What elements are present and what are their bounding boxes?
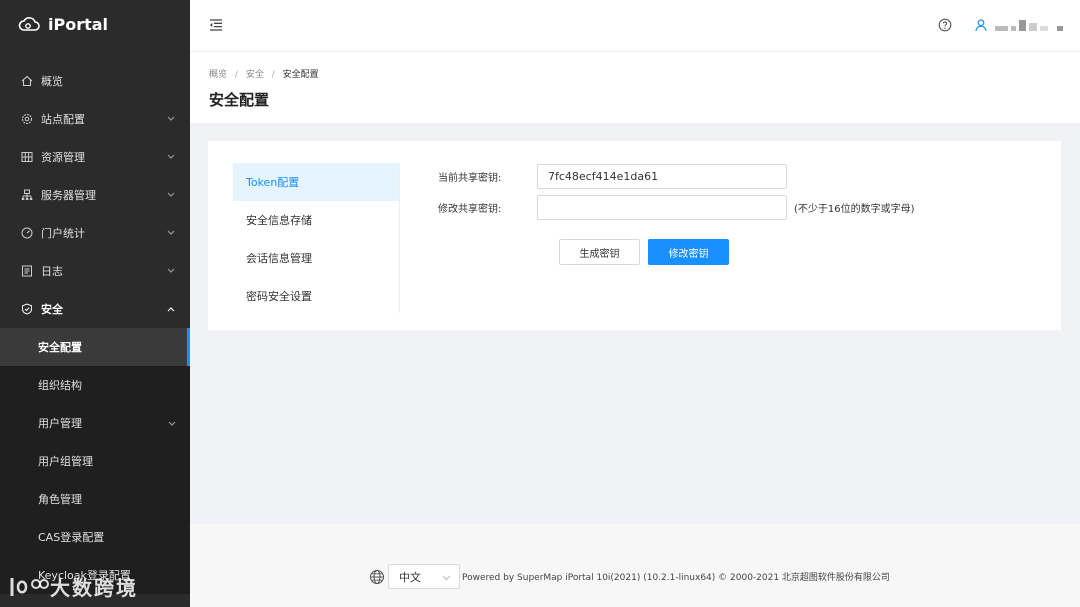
chevron-down-icon bbox=[166, 228, 176, 238]
breadcrumb-item-overview[interactable]: 概览 bbox=[209, 70, 227, 80]
cloud-logo-icon bbox=[18, 17, 40, 31]
current-key-row: 当前共享密钥: 7fc48ecf414e1da61 bbox=[438, 164, 787, 189]
breadcrumb-item-security[interactable]: 安全 bbox=[246, 70, 264, 80]
new-key-label: 修改共享密钥: bbox=[438, 204, 502, 215]
question-circle-icon[interactable] bbox=[938, 18, 952, 32]
sidebar-item-overview[interactable]: 概览 bbox=[0, 62, 190, 100]
chevron-down-icon bbox=[166, 266, 176, 276]
sidebar-item-label: 门户统计 bbox=[41, 227, 85, 240]
new-key-hint: (不少于16位的数字或字母) bbox=[794, 204, 915, 215]
sidebar-item-label: 用户组管理 bbox=[38, 455, 93, 468]
tab-token-config[interactable]: Token配置 bbox=[233, 163, 399, 201]
menu-fold-icon[interactable] bbox=[208, 17, 224, 33]
sidebar-item-cas-login[interactable]: CAS登录配置 bbox=[0, 518, 190, 556]
chevron-down-icon bbox=[442, 572, 451, 581]
new-key-row: 修改共享密钥: (不少于16位的数字或字母) bbox=[438, 195, 915, 220]
tab-session-management[interactable]: 会话信息管理 bbox=[233, 239, 399, 277]
tab-security-storage[interactable]: 安全信息存储 bbox=[233, 201, 399, 239]
sidebar-item-servers[interactable]: 服务器管理 bbox=[0, 176, 190, 214]
page-header: 概览 / 安全 / 安全配置 安全配置 bbox=[190, 52, 1080, 123]
side-menu: 概览 站点配置 资源管理 服务器管理 门户统计 日志 安全 安全配置 组织结构 … bbox=[0, 62, 190, 594]
user-name-redacted[interactable] bbox=[995, 20, 1063, 31]
footer: 中文 Powered by SuperMap iPortal 10i(2021)… bbox=[190, 524, 1080, 607]
breadcrumb-separator: / bbox=[234, 70, 238, 80]
chevron-down-icon bbox=[166, 190, 176, 200]
copyright-text: Powered by SuperMap iPortal 10i(2021) (1… bbox=[462, 573, 890, 583]
sidebar-item-security[interactable]: 安全 bbox=[0, 290, 190, 328]
log-icon bbox=[20, 264, 34, 278]
sidebar-item-label: CAS登录配置 bbox=[38, 531, 105, 544]
app-logo[interactable]: iPortal bbox=[0, 0, 190, 48]
modify-key-button[interactable]: 修改密钥 bbox=[648, 239, 729, 265]
sidebar: iPortal 概览 站点配置 资源管理 服务器管理 门户统计 日志 安全 安全… bbox=[0, 0, 190, 607]
globe-icon bbox=[369, 569, 385, 585]
watermark: 大数跨境 bbox=[8, 572, 138, 601]
generate-key-button[interactable]: 生成密钥 bbox=[559, 239, 640, 265]
sidebar-item-role-management[interactable]: 角色管理 bbox=[0, 480, 190, 518]
sidebar-item-label: 组织结构 bbox=[38, 379, 82, 392]
sidebar-item-org-structure[interactable]: 组织结构 bbox=[0, 366, 190, 404]
sidebar-item-group-management[interactable]: 用户组管理 bbox=[0, 442, 190, 480]
shield-icon bbox=[20, 302, 34, 316]
gear-icon bbox=[20, 112, 34, 126]
page-title: 安全配置 bbox=[209, 91, 270, 109]
sidebar-item-label: 角色管理 bbox=[38, 493, 82, 506]
home-icon bbox=[20, 74, 34, 88]
sidebar-item-portal-stats[interactable]: 门户统计 bbox=[0, 214, 190, 252]
new-key-field[interactable] bbox=[537, 195, 787, 220]
dashboard-icon bbox=[20, 226, 34, 240]
tab-password-security[interactable]: 密码安全设置 bbox=[233, 277, 399, 315]
breadcrumb: 概览 / 安全 / 安全配置 bbox=[209, 67, 319, 80]
sidebar-item-label: 服务器管理 bbox=[41, 189, 96, 202]
sidebar-item-label: 站点配置 bbox=[41, 113, 85, 126]
sidebar-item-label: 安全 bbox=[41, 303, 63, 316]
server-icon bbox=[20, 188, 34, 202]
user-icon[interactable] bbox=[974, 18, 988, 32]
sidebar-item-resources[interactable]: 资源管理 bbox=[0, 138, 190, 176]
sidebar-item-logs[interactable]: 日志 bbox=[0, 252, 190, 290]
grid-icon bbox=[20, 150, 34, 164]
config-tabs: Token配置 安全信息存储 会话信息管理 密码安全设置 bbox=[233, 163, 400, 313]
language-value: 中文 bbox=[399, 570, 421, 584]
sidebar-item-label: 安全配置 bbox=[38, 341, 82, 354]
sidebar-item-label: 资源管理 bbox=[41, 151, 85, 164]
sidebar-item-label: 日志 bbox=[41, 265, 63, 278]
current-key-field[interactable]: 7fc48ecf414e1da61 bbox=[537, 164, 787, 189]
sidebar-item-security-config[interactable]: 安全配置 bbox=[0, 328, 190, 366]
chevron-up-icon bbox=[166, 304, 176, 314]
watermark-text: 大数跨境 bbox=[50, 576, 138, 600]
security-submenu: 安全配置 组织结构 用户管理 用户组管理 角色管理 CAS登录配置 Keyclo… bbox=[0, 328, 190, 594]
breadcrumb-separator: / bbox=[271, 70, 275, 80]
chevron-down-icon bbox=[166, 114, 176, 124]
language-select[interactable]: 中文 bbox=[388, 564, 460, 589]
watermark-logo-icon bbox=[10, 577, 49, 596]
sidebar-item-label: 用户管理 bbox=[38, 417, 82, 430]
breadcrumb-item-current: 安全配置 bbox=[282, 70, 319, 80]
current-key-label: 当前共享密钥: bbox=[438, 173, 502, 184]
top-header bbox=[190, 0, 1080, 52]
chevron-down-icon bbox=[168, 417, 176, 430]
sidebar-item-site-config[interactable]: 站点配置 bbox=[0, 100, 190, 138]
sidebar-item-user-management[interactable]: 用户管理 bbox=[0, 404, 190, 442]
security-config-card: Token配置 安全信息存储 会话信息管理 密码安全设置 当前共享密钥: 7fc… bbox=[208, 141, 1061, 330]
app-name: iPortal bbox=[48, 14, 109, 34]
chevron-down-icon bbox=[166, 152, 176, 162]
sidebar-item-label: 概览 bbox=[41, 75, 63, 88]
